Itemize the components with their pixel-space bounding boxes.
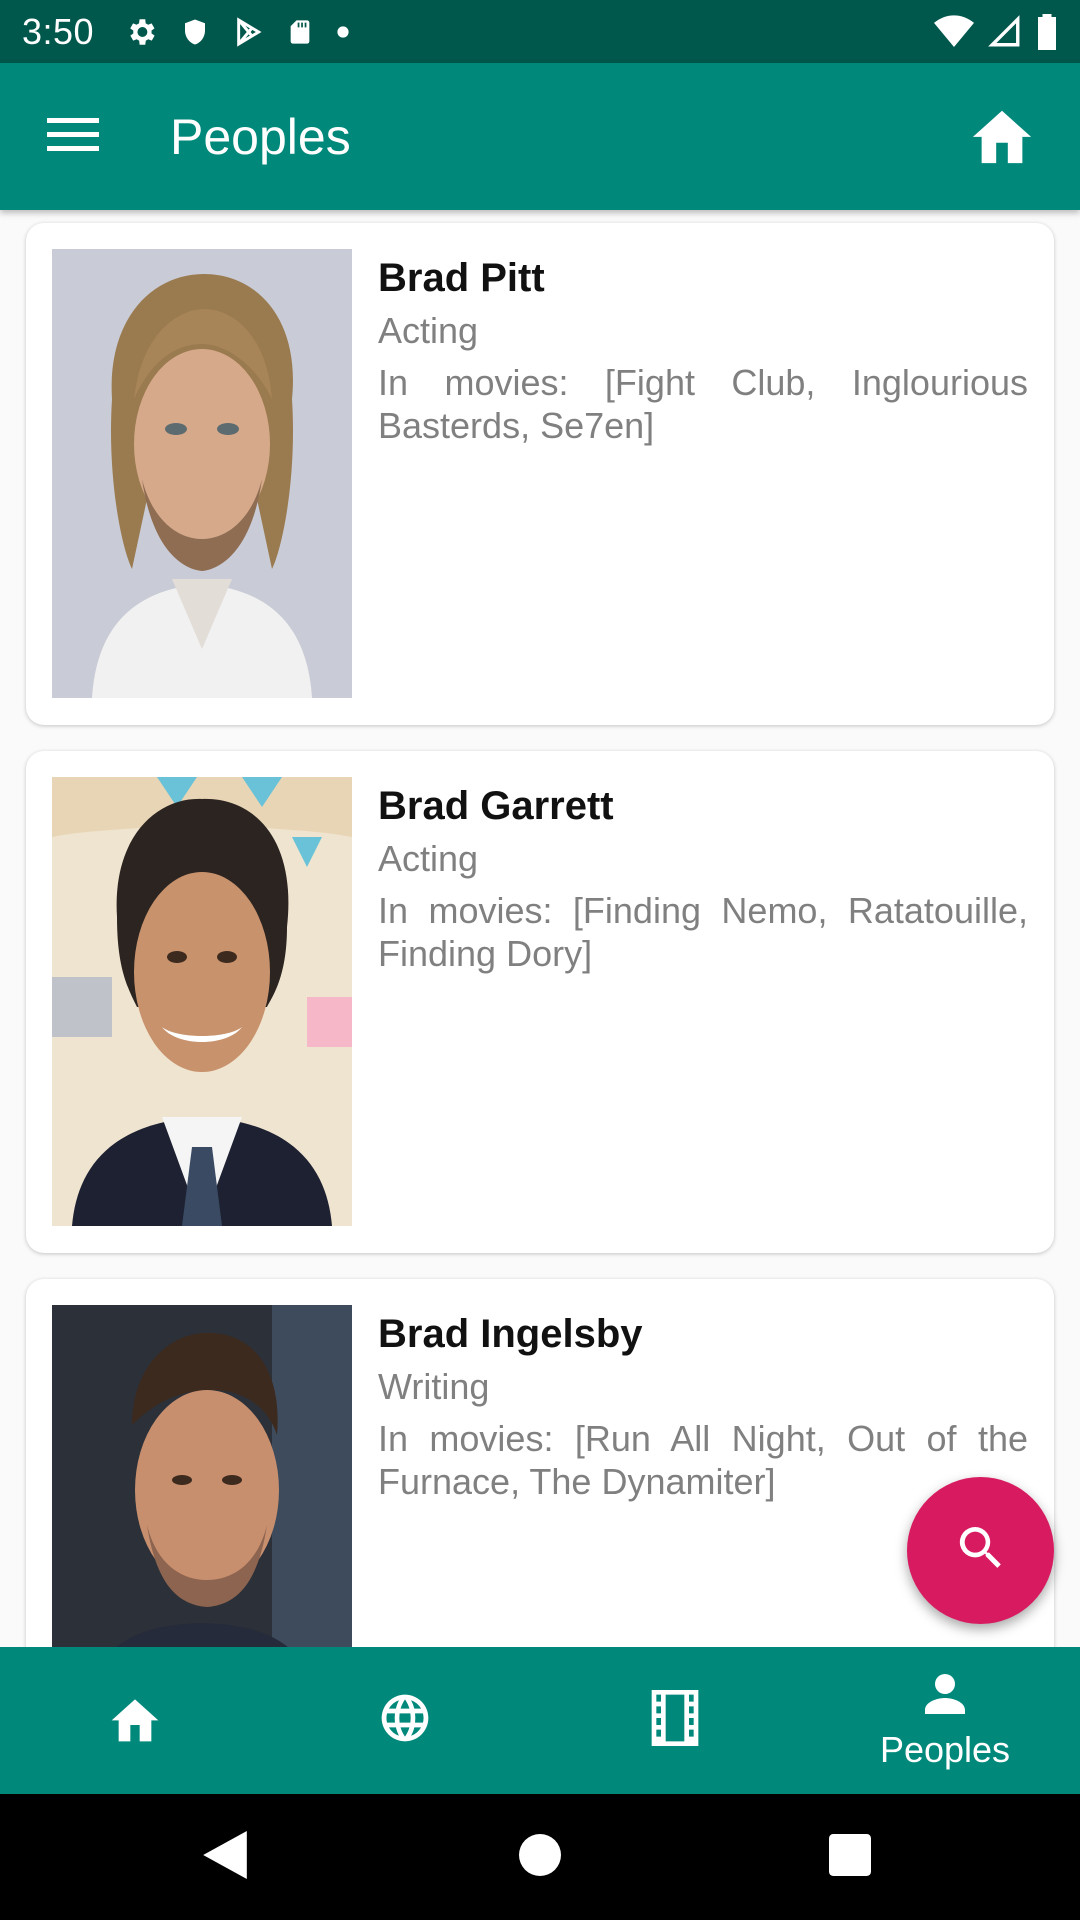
nav-home[interactable] — [0, 1647, 270, 1794]
person-card[interactable]: Brad Pitt Acting In movies: [Fight Club,… — [26, 223, 1054, 725]
person-card[interactable]: Brad Ingelsby Writing In movies: [Run Al… — [26, 1279, 1054, 1647]
status-bar: 3:50 — [0, 0, 1080, 63]
person-department: Writing — [378, 1366, 490, 1407]
system-home-button[interactable] — [510, 1827, 570, 1887]
person-department: Acting — [378, 838, 479, 879]
person-movies: In movies: [Run All Night, Out of the Fu… — [378, 1418, 1028, 1502]
person-movies: In movies: [Finding Nemo, Ratatouille, F… — [378, 890, 1028, 974]
person-movies: In movies: [Fight Club, Inglourious Bast… — [378, 362, 1028, 446]
globe-icon — [377, 1690, 433, 1751]
play-store-icon — [232, 15, 264, 49]
back-triangle-icon — [202, 1830, 248, 1884]
person-name: Brad Pitt — [378, 256, 545, 300]
person-photo — [52, 777, 352, 1226]
home-icon — [967, 102, 1037, 171]
page-title: Peoples — [170, 108, 351, 165]
wifi-icon — [934, 14, 974, 49]
notification-dot-icon — [336, 25, 350, 39]
recents-square-icon — [829, 1833, 871, 1881]
nav-discover[interactable] — [270, 1647, 540, 1794]
sd-card-icon — [286, 15, 314, 49]
people-list[interactable]: Brad Pitt Acting In movies: [Fight Club,… — [0, 210, 1080, 1647]
nav-peoples-label: Peoples — [879, 1729, 1011, 1770]
person-photo — [52, 249, 352, 698]
status-time: 3:50 — [22, 10, 95, 52]
system-back-button[interactable] — [195, 1827, 255, 1887]
bottom-navigation: Peoples — [0, 1647, 1080, 1794]
nav-movies[interactable] — [540, 1647, 810, 1794]
settings-icon — [124, 15, 158, 49]
home-circle-icon — [519, 1833, 561, 1881]
person-name: Brad Garrett — [378, 784, 614, 828]
app-bar: Peoples — [0, 63, 1080, 210]
person-name: Brad Ingelsby — [378, 1312, 643, 1356]
cell-signal-icon — [988, 14, 1022, 49]
system-navigation-bar — [0, 1794, 1080, 1920]
home-icon — [107, 1692, 163, 1749]
menu-button[interactable] — [33, 97, 113, 177]
search-icon — [953, 1520, 1009, 1581]
person-card[interactable]: Brad Garrett Acting In movies: [Finding … — [26, 751, 1054, 1253]
battery-icon — [1036, 13, 1058, 50]
person-department: Acting — [378, 310, 479, 351]
person-photo — [52, 1305, 352, 1647]
person-icon — [921, 1670, 969, 1723]
system-recents-button[interactable] — [820, 1827, 880, 1887]
nav-peoples[interactable]: Peoples — [810, 1647, 1080, 1794]
shield-icon — [180, 15, 210, 49]
home-button[interactable] — [962, 97, 1042, 177]
hamburger-menu-icon — [47, 114, 99, 159]
search-fab[interactable] — [907, 1477, 1054, 1624]
film-strip-icon — [650, 1690, 700, 1751]
